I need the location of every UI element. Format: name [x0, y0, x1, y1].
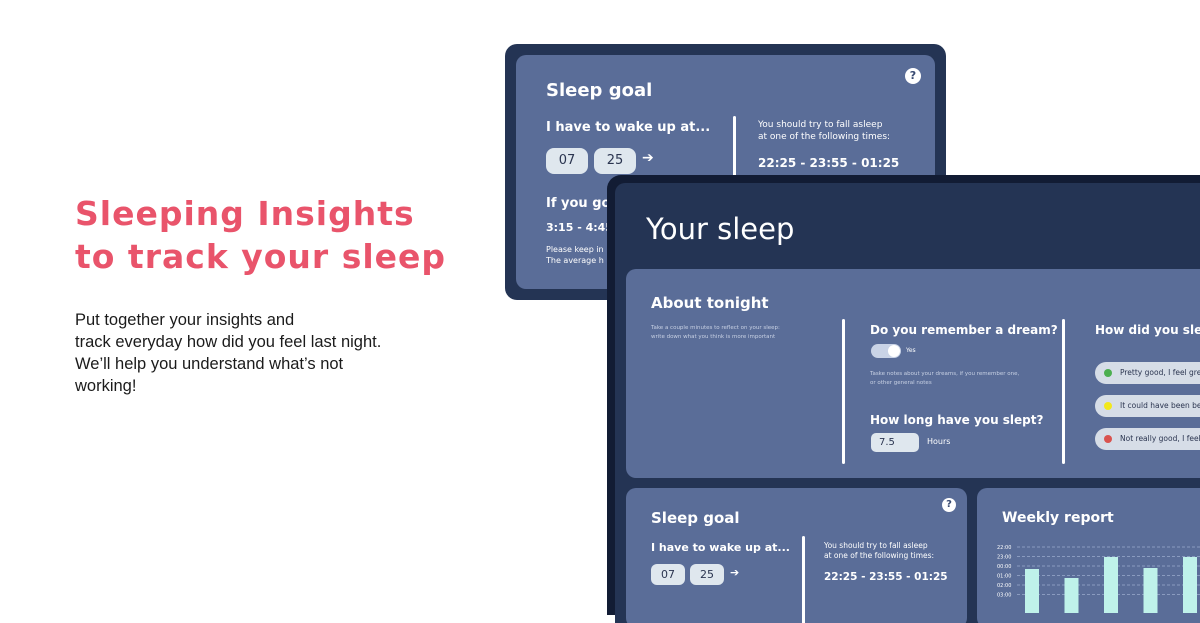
dream-question: Do you remember a dream? — [870, 323, 1058, 337]
slept-question: How long have you slept? — [870, 413, 1044, 427]
arrow-right-icon[interactable]: ➔ — [730, 566, 739, 579]
your-sleep-title: Your sleep — [646, 212, 795, 246]
y-tick-label: 23:00 — [997, 555, 1011, 561]
hero-description-line-4: working! — [75, 377, 137, 395]
about-tonight-card: About tonight Take a couple minutes to r… — [626, 269, 1200, 478]
y-tick-label: 00:00 — [997, 564, 1011, 570]
chart-bar — [1143, 568, 1158, 613]
feel-option-bad[interactable]: Not really good, I feel ti — [1095, 428, 1200, 450]
suggestion-line-2: at one of the following times: — [824, 551, 935, 560]
divider — [1062, 319, 1065, 464]
if-you-go-label: If you go — [546, 196, 611, 211]
sleep-goal-title: Sleep goal — [651, 509, 740, 527]
y-tick-label: 03:00 — [997, 593, 1011, 599]
feel-question: How did you sleep — [1095, 323, 1200, 337]
divider — [802, 536, 805, 623]
hero-title-line-2: to track your sleep — [75, 237, 447, 276]
about-tonight-title: About tonight — [651, 294, 769, 312]
your-sleep-panel: Your sleep About tonight Take a couple m… — [615, 183, 1200, 623]
wake-minute-input[interactable]: 25 — [690, 564, 724, 585]
green-dot-icon — [1104, 369, 1112, 377]
y-tick-label: 01:00 — [997, 574, 1011, 580]
toggle-knob — [888, 345, 900, 357]
arrow-right-icon[interactable]: ➔ — [642, 150, 654, 166]
weekly-report-title: Weekly report — [1002, 510, 1114, 526]
note-line-2: The average h — [546, 256, 604, 265]
hero-title: Sleeping Insights to track your sleep — [75, 192, 446, 278]
chart-bar — [1104, 557, 1118, 613]
hero-description-line-1: Put together your insights and — [75, 311, 295, 329]
wake-hour-input[interactable]: 07 — [651, 564, 685, 585]
red-dot-icon — [1104, 435, 1112, 443]
suggestion-line-2: at one of the following times: — [758, 132, 891, 142]
chart-bar — [1064, 578, 1079, 613]
hero-description: Put together your insights and track eve… — [75, 309, 475, 397]
wake-minute-input[interactable]: 25 — [594, 148, 636, 174]
feel-option-ok[interactable]: It could have been better — [1095, 395, 1200, 417]
suggested-times: 22:25 - 23:55 - 01:25 — [824, 571, 948, 583]
feel-option-label: It could have been better — [1120, 401, 1200, 410]
feel-option-good[interactable]: Pretty good, I feel great — [1095, 362, 1200, 384]
reflect-hint-line-2: write down what you think is more import… — [651, 334, 776, 340]
feel-option-label: Not really good, I feel ti — [1120, 434, 1200, 443]
weekly-report-card: Weekly report 22:00 23:00 00:00 01:00 02:00 0… — [977, 488, 1200, 623]
toggle-label: Yes — [906, 347, 916, 354]
hours-unit: Hours — [927, 437, 951, 446]
your-sleep-window: Your sleep About tonight Take a couple m… — [607, 175, 1200, 623]
weekly-chart: 22:00 23:00 00:00 01:00 02:00 03:00 — [997, 545, 1200, 613]
dream-toggle[interactable] — [871, 344, 901, 358]
yellow-dot-icon — [1104, 402, 1112, 410]
reflect-hint-line-1: Take a couple minutes to reflect on your… — [651, 325, 780, 331]
note-line-1: Please keep in — [546, 245, 604, 254]
wake-up-label: I have to wake up at... — [546, 120, 711, 135]
y-tick-label: 02:00 — [997, 583, 1011, 589]
hero-title-line-1: Sleeping Insights — [75, 194, 415, 233]
hours-input[interactable]: 7.5 — [871, 433, 919, 452]
wake-up-label: I have to wake up at... — [651, 541, 790, 554]
wake-hour-input[interactable]: 07 — [546, 148, 588, 174]
suggested-times: 22:25 - 23:55 - 01:25 — [758, 156, 900, 170]
chart-bar — [1183, 557, 1197, 613]
if-you-go-times: 3:15 - 4:45 — [546, 221, 613, 234]
hero-description-line-3: We’ll help you understand what’s not — [75, 355, 344, 373]
chart-bar — [1025, 569, 1039, 613]
suggestion-line-1: You should try to fall asleep — [824, 541, 928, 550]
help-icon[interactable]: ? — [905, 68, 921, 84]
divider — [842, 319, 845, 464]
dream-notes-line-1: Taske notes about your dreams, if you re… — [870, 371, 1020, 377]
sleep-goal-card: ? Sleep goal I have to wake up at... 07 … — [626, 488, 967, 623]
hero-description-line-2: track everyday how did you feel last nig… — [75, 333, 382, 351]
feel-option-label: Pretty good, I feel great — [1120, 368, 1200, 377]
dream-notes-line-2: or other general notes — [870, 380, 932, 386]
y-tick-label: 22:00 — [997, 545, 1011, 551]
sleep-goal-title: Sleep goal — [546, 80, 653, 101]
suggestion-line-1: You should try to fall asleep — [758, 120, 883, 130]
help-icon[interactable]: ? — [942, 498, 956, 512]
